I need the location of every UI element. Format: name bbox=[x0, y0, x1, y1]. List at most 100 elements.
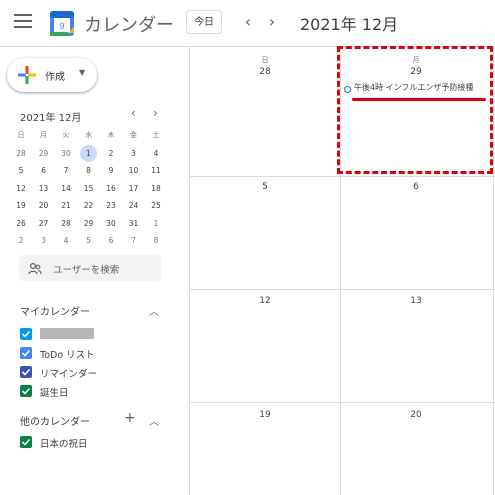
calendar-label: 日本の祝日 bbox=[40, 439, 88, 450]
calendar-list-item[interactable]: リマインダー bbox=[20, 364, 180, 380]
mini-calendar-weekday: 木 bbox=[107, 131, 115, 139]
checkbox-checked-icon[interactable] bbox=[20, 328, 32, 340]
mini-calendar-weekday: 水 bbox=[85, 131, 92, 139]
mini-calendar-next-button[interactable]: › bbox=[153, 106, 158, 120]
add-calendar-button[interactable]: + bbox=[124, 410, 136, 426]
mini-calendar-weekday: 月 bbox=[40, 131, 47, 139]
calendar-list-item[interactable]: 誕生日 bbox=[20, 383, 180, 399]
weekday-header-sun: 日 bbox=[261, 56, 269, 64]
day-cell-number[interactable]: 20 bbox=[341, 410, 491, 420]
mini-calendar-day[interactable]: 18 bbox=[145, 180, 167, 197]
create-button[interactable]: 作成 ▼ bbox=[7, 58, 97, 92]
mini-calendar-day[interactable]: 10 bbox=[123, 162, 145, 179]
next-period-button[interactable]: › bbox=[262, 12, 282, 31]
mini-calendar-day[interactable]: 1 bbox=[145, 215, 167, 232]
mini-calendar-day[interactable]: 26 bbox=[10, 215, 32, 232]
mini-calendar-day[interactable]: 12 bbox=[10, 180, 32, 197]
checkbox-checked-icon[interactable] bbox=[20, 385, 32, 397]
my-calendars-title: マイカレンダー bbox=[20, 307, 90, 318]
app-title: カレンダー bbox=[84, 15, 174, 36]
mini-calendar-day[interactable]: 23 bbox=[100, 197, 122, 214]
mini-calendar-title: 2021年 12月 bbox=[20, 113, 82, 124]
mini-calendar-day[interactable]: 4 bbox=[145, 145, 167, 162]
dropdown-caret-icon: ▼ bbox=[79, 68, 86, 77]
mini-calendar-day[interactable]: 1 bbox=[78, 144, 100, 162]
mini-calendar-day[interactable]: 8 bbox=[78, 162, 100, 179]
chevron-up-icon[interactable]: ︿ bbox=[149, 303, 159, 318]
mini-calendar-day[interactable]: 16 bbox=[100, 180, 122, 197]
search-placeholder: ユーザーを検索 bbox=[53, 265, 120, 276]
mini-calendar-day[interactable]: 7 bbox=[55, 162, 77, 179]
mini-calendar-day[interactable]: 3 bbox=[123, 145, 145, 162]
mini-calendar-weekday: 火 bbox=[62, 131, 70, 139]
day-cell-number[interactable]: 5 bbox=[190, 182, 340, 192]
mini-calendar-day[interactable]: 13 bbox=[33, 180, 55, 197]
grid-divider bbox=[189, 176, 495, 177]
calendar-list-item[interactable]: 日本の祝日 bbox=[20, 434, 180, 450]
checkbox-checked-icon[interactable] bbox=[20, 366, 32, 378]
day-cell-number[interactable]: 19 bbox=[190, 410, 340, 420]
create-button-label: 作成 bbox=[45, 72, 65, 83]
mini-calendar-prev-button[interactable]: ‹ bbox=[131, 106, 136, 120]
redacted-calendar-name bbox=[40, 328, 94, 339]
checkbox-checked-icon[interactable] bbox=[20, 436, 32, 448]
calendar-label: 誕生日 bbox=[40, 388, 69, 399]
plus-icon bbox=[17, 65, 37, 85]
logo-day-number: 9 bbox=[59, 21, 64, 31]
mini-calendar-day[interactable]: 14 bbox=[55, 180, 77, 197]
chevron-up-icon[interactable]: ︿ bbox=[149, 413, 159, 428]
mini-calendar-day[interactable]: 2 bbox=[10, 232, 32, 249]
mini-calendar-day[interactable]: 31 bbox=[123, 215, 145, 232]
mini-calendar-day[interactable]: 30 bbox=[55, 145, 77, 162]
mini-calendar-day[interactable]: 3 bbox=[33, 232, 55, 249]
mini-calendar-day[interactable]: 6 bbox=[33, 162, 55, 179]
mini-calendar-day[interactable]: 2 bbox=[100, 145, 122, 162]
mini-calendar-day[interactable]: 17 bbox=[123, 180, 145, 197]
mini-calendar-day[interactable]: 22 bbox=[78, 197, 100, 214]
calendar-list-item[interactable] bbox=[20, 326, 180, 342]
mini-calendar-day[interactable]: 6 bbox=[100, 232, 122, 249]
mini-calendar-day[interactable]: 25 bbox=[145, 197, 167, 214]
mini-calendar-day[interactable]: 27 bbox=[33, 215, 55, 232]
day-cell-number[interactable]: 13 bbox=[341, 296, 491, 306]
grid-divider bbox=[189, 402, 495, 403]
day-cell-number[interactable]: 12 bbox=[190, 296, 340, 306]
grid-divider bbox=[189, 46, 190, 495]
mini-calendar-day[interactable]: 30 bbox=[100, 215, 122, 232]
day-cell-number[interactable]: 28 bbox=[190, 67, 340, 77]
mini-calendar-day[interactable]: 8 bbox=[145, 232, 167, 249]
mini-calendar-day[interactable]: 29 bbox=[78, 215, 100, 232]
mini-calendar-day[interactable]: 29 bbox=[33, 145, 55, 162]
day-cell-number[interactable]: 6 bbox=[341, 182, 491, 192]
other-calendars-title: 他のカレンダー bbox=[20, 417, 90, 428]
today-button[interactable]: 今日 bbox=[186, 10, 222, 34]
prev-period-button[interactable]: ‹ bbox=[238, 12, 258, 31]
mini-calendar-day[interactable]: 24 bbox=[123, 197, 145, 214]
mini-calendar-weekday: 金 bbox=[130, 131, 137, 139]
grid-divider bbox=[493, 46, 494, 495]
mini-calendar-day[interactable]: 21 bbox=[55, 197, 77, 214]
annotation-underline bbox=[352, 98, 486, 101]
mini-calendar-day[interactable]: 28 bbox=[55, 215, 77, 232]
mini-calendar-day[interactable]: 11 bbox=[145, 162, 167, 179]
mini-calendar-day[interactable]: 15 bbox=[78, 180, 100, 197]
mini-calendar-day[interactable]: 7 bbox=[123, 232, 145, 249]
calendar-label: ToDo リスト bbox=[40, 350, 95, 361]
checkbox-checked-icon[interactable] bbox=[20, 347, 32, 359]
mini-calendar-weekday: 日 bbox=[17, 131, 25, 139]
annotation-dashed-box bbox=[337, 46, 493, 174]
search-people-input[interactable]: ユーザーを検索 bbox=[19, 255, 161, 281]
calendar-list-item[interactable]: ToDo リスト bbox=[20, 345, 180, 361]
mini-calendar-weekday: 土 bbox=[152, 131, 160, 139]
mini-calendar-day[interactable]: 19 bbox=[10, 197, 32, 214]
calendar-logo-icon: 9 bbox=[48, 8, 76, 38]
mini-calendar-day[interactable]: 5 bbox=[78, 232, 100, 249]
current-month-title: 2021年 12月 bbox=[300, 15, 399, 34]
mini-calendar-day[interactable]: 4 bbox=[55, 232, 77, 249]
calendar-label: リマインダー bbox=[40, 369, 98, 380]
main-menu-icon[interactable] bbox=[14, 14, 32, 30]
mini-calendar-day[interactable]: 5 bbox=[10, 162, 32, 179]
mini-calendar-day[interactable]: 9 bbox=[100, 162, 122, 179]
mini-calendar-day[interactable]: 20 bbox=[33, 197, 55, 214]
mini-calendar-day[interactable]: 28 bbox=[10, 145, 32, 162]
